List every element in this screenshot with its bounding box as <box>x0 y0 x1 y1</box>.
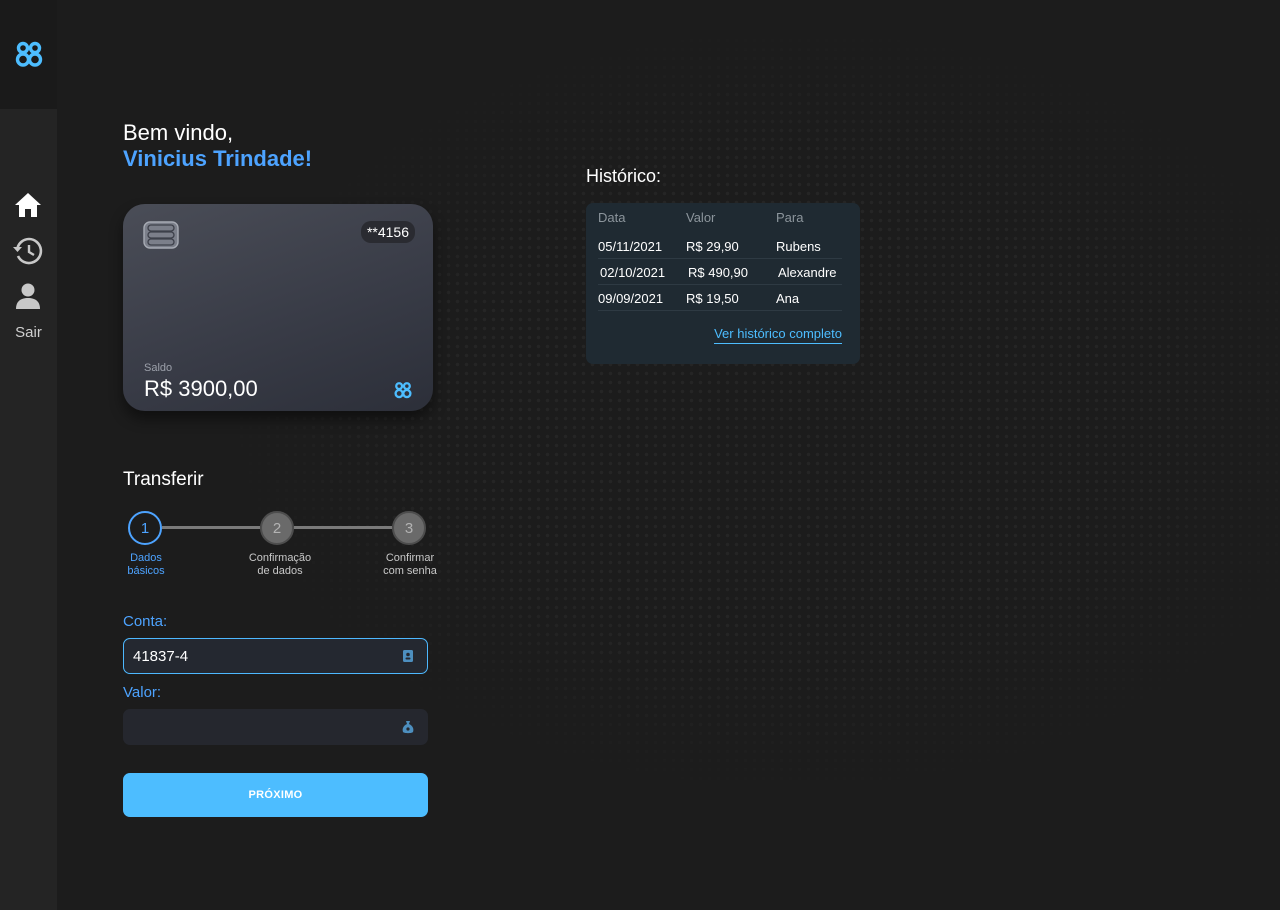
step-1-label-line1: Dados <box>130 552 162 564</box>
sidebar: Sair <box>0 0 57 910</box>
stepper-connector <box>162 526 260 529</box>
stepper-connector <box>294 526 392 529</box>
account-book-icon <box>403 650 413 662</box>
history-icon[interactable] <box>13 236 43 266</box>
sidebar-logo-area <box>0 0 57 109</box>
card-logo-88-icon <box>394 382 412 399</box>
transfer-title: Transferir <box>123 469 204 490</box>
account-label: Conta: <box>123 613 168 630</box>
row-value: R$ 19,50 <box>686 291 739 306</box>
amount-input[interactable] <box>124 718 402 736</box>
full-history-link[interactable]: Ver histórico completo <box>714 326 842 344</box>
welcome-greeting: Bem vindo, <box>123 120 234 145</box>
card-chip-icon <box>143 221 179 249</box>
history-title: Histórico: <box>586 166 662 186</box>
row-to: Rubens <box>776 239 821 254</box>
step-1-label: Dados básicos <box>101 552 191 578</box>
table-row: 09/09/2021 R$ 19,50 Ana <box>598 286 842 311</box>
balance-label: Saldo <box>144 362 173 374</box>
history-panel: Data Valor Para 05/11/2021 R$ 29,90 Rube… <box>586 203 860 364</box>
column-header-to: Para <box>776 210 804 225</box>
row-to: Ana <box>776 291 800 306</box>
step-2-label: Confirmação de dados <box>235 552 325 578</box>
row-to: Alexandre <box>778 265 837 280</box>
step-3-label: Confirmar com senha <box>365 552 455 578</box>
step-1-label-line2: básicos <box>127 565 165 577</box>
card-number: **4156 <box>360 221 415 243</box>
row-value: R$ 490,90 <box>688 265 748 280</box>
column-header-value: Valor <box>686 210 716 225</box>
logo-88-icon[interactable] <box>15 40 43 68</box>
step-2-label-line2: de dados <box>257 565 303 577</box>
column-header-date: Data <box>598 210 626 225</box>
step-1-circle[interactable]: 1 <box>128 511 162 545</box>
amount-field[interactable] <box>123 709 428 745</box>
row-date: 09/09/2021 <box>598 291 664 306</box>
account-field[interactable] <box>123 638 428 674</box>
logout-link[interactable]: Sair <box>0 324 57 341</box>
user-icon[interactable] <box>13 281 43 311</box>
row-date: 02/10/2021 <box>600 265 666 280</box>
step-2-label-line1: Confirmação <box>248 552 312 564</box>
step-3-label-line1: Confirmar <box>385 552 435 564</box>
table-row: 05/11/2021 R$ 29,90 Rubens <box>598 234 842 259</box>
user-name: Vinicius Trindade! <box>123 146 313 171</box>
money-bag-icon <box>402 721 414 734</box>
table-row: 02/10/2021 R$ 490,90 Alexandre <box>598 260 842 285</box>
step-3-label-line2: com senha <box>383 565 437 577</box>
row-date: 05/11/2021 <box>598 239 663 254</box>
account-input[interactable] <box>124 647 402 665</box>
row-value: R$ 29,90 <box>686 239 739 254</box>
bank-card: **4156 Saldo R$ 3900,00 <box>123 204 433 411</box>
home-icon[interactable] <box>13 190 43 220</box>
amount-label: Valor: <box>123 684 162 701</box>
next-button[interactable]: PRÓXIMO <box>123 773 428 817</box>
step-3-circle[interactable]: 3 <box>392 511 426 545</box>
step-2-circle[interactable]: 2 <box>260 511 294 545</box>
balance-value: R$ 3900,00 <box>144 376 258 401</box>
